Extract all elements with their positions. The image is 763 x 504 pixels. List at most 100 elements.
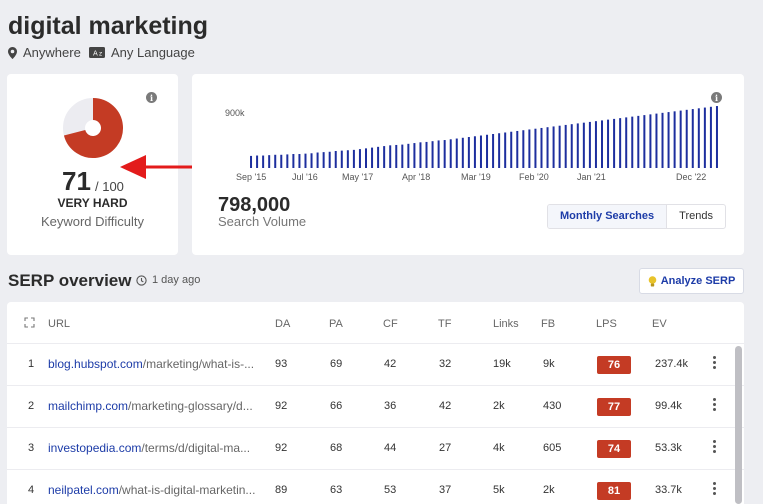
column-header-links[interactable]: Links	[493, 318, 519, 330]
chart-bar[interactable]	[322, 152, 325, 168]
chart-bar[interactable]	[564, 124, 567, 168]
chart-bar[interactable]	[256, 155, 259, 168]
row-menu-icon[interactable]	[711, 398, 717, 414]
chart-bar[interactable]	[461, 137, 464, 168]
chart-bar[interactable]	[613, 118, 616, 168]
chart-bar[interactable]	[601, 120, 603, 168]
language-filter[interactable]: Az Any Language	[89, 45, 195, 60]
chart-bar[interactable]	[643, 115, 646, 168]
column-header-fb[interactable]: FB	[541, 318, 555, 330]
column-header-da[interactable]: DA	[275, 318, 290, 330]
chart-bar[interactable]	[504, 132, 507, 168]
chart-bar[interactable]	[443, 140, 446, 168]
chart-bar[interactable]	[498, 133, 501, 168]
chart-bar[interactable]	[310, 153, 313, 168]
column-header-tf[interactable]: TF	[438, 318, 451, 330]
column-header-pa[interactable]: PA	[329, 318, 343, 330]
chart-bar[interactable]	[334, 151, 337, 168]
result-domain[interactable]: investopedia.com	[48, 441, 141, 455]
chart-bar[interactable]	[510, 131, 513, 168]
chart-bar[interactable]	[262, 155, 265, 168]
analyze-serp-button[interactable]: Analyze SERP	[639, 268, 744, 294]
chart-bar[interactable]	[280, 154, 283, 168]
chart-bar[interactable]	[709, 106, 712, 168]
column-header-cf[interactable]: CF	[383, 318, 398, 330]
row-menu-icon[interactable]	[711, 356, 717, 372]
table-row[interactable]: 2 mailchimp.com/marketing-glossary/d... …	[7, 385, 744, 427]
chart-bar[interactable]	[395, 144, 398, 168]
chart-bar[interactable]	[467, 137, 470, 168]
chart-bar[interactable]	[292, 154, 295, 168]
chart-bar[interactable]	[679, 110, 682, 168]
chart-bar[interactable]	[655, 113, 658, 168]
chart-bar[interactable]	[304, 153, 307, 168]
chart-bar[interactable]	[649, 114, 652, 168]
column-header-ev[interactable]: EV	[652, 318, 667, 330]
chart-bar[interactable]	[358, 149, 361, 168]
chart-bar[interactable]	[328, 151, 331, 168]
chart-bar[interactable]	[528, 129, 531, 168]
table-row[interactable]: 1 blog.hubspot.com/marketing/what-is-...…	[7, 343, 744, 385]
chart-bar[interactable]	[340, 150, 343, 168]
chart-bar[interactable]	[673, 111, 676, 168]
row-menu-icon[interactable]	[711, 482, 717, 498]
chart-bar[interactable]	[407, 143, 410, 168]
chart-bar[interactable]	[437, 140, 440, 168]
chart-bar[interactable]	[570, 124, 573, 168]
chart-bar[interactable]	[637, 115, 640, 168]
result-url[interactable]: blog.hubspot.com/marketing/what-is-...	[48, 357, 254, 371]
chart-bar[interactable]	[371, 147, 374, 168]
chart-bar[interactable]	[558, 125, 561, 168]
chart-bar[interactable]	[377, 146, 380, 168]
chart-bar[interactable]	[449, 139, 452, 168]
chart-bar[interactable]	[697, 108, 700, 168]
chart-bar[interactable]	[346, 150, 349, 168]
chart-bar[interactable]	[479, 135, 482, 168]
chart-bar[interactable]	[691, 109, 694, 168]
table-scrollbar[interactable]	[735, 346, 742, 504]
chart-bar[interactable]	[419, 142, 422, 168]
chart-bar[interactable]	[661, 112, 664, 168]
chart-bar[interactable]	[594, 121, 597, 168]
result-domain[interactable]: neilpatel.com	[48, 483, 119, 497]
location-filter[interactable]: Anywhere	[8, 45, 81, 60]
tab-trends[interactable]: Trends	[667, 205, 725, 228]
chart-bar[interactable]	[552, 126, 555, 168]
chart-bar[interactable]	[268, 155, 271, 168]
chart-bar[interactable]	[607, 119, 610, 168]
info-icon[interactable]: i	[146, 92, 157, 103]
chart-bar[interactable]	[576, 123, 579, 168]
chart-bar[interactable]	[534, 128, 537, 168]
chart-bar[interactable]	[352, 149, 355, 168]
chart-bar[interactable]	[667, 112, 670, 168]
chart-bar[interactable]	[546, 127, 549, 168]
chart-bar[interactable]	[685, 109, 688, 168]
chart-bar[interactable]	[619, 118, 622, 168]
chart-bar[interactable]	[715, 106, 718, 168]
row-menu-icon[interactable]	[711, 440, 717, 456]
chart-bar[interactable]	[582, 122, 585, 168]
chart-bar[interactable]	[383, 146, 386, 168]
chart-bar[interactable]	[286, 154, 289, 168]
result-domain[interactable]: mailchimp.com	[48, 399, 128, 413]
chart-bar[interactable]	[540, 127, 543, 168]
tab-monthly-searches[interactable]: Monthly Searches	[548, 205, 668, 228]
chart-bar[interactable]	[703, 107, 706, 168]
chart-bar[interactable]	[425, 141, 428, 168]
chart-bar[interactable]	[250, 155, 253, 168]
chart-bar[interactable]	[365, 148, 367, 168]
table-row[interactable]: 4 neilpatel.com/what-is-digital-marketin…	[7, 469, 744, 504]
chart-bar[interactable]	[631, 116, 634, 168]
chart-bar[interactable]	[516, 130, 519, 168]
expand-icon[interactable]	[24, 317, 35, 328]
table-row[interactable]: 3 investopedia.com/terms/d/digital-ma...…	[7, 427, 744, 469]
chart-bar[interactable]	[522, 130, 525, 168]
chart-bar[interactable]	[389, 145, 392, 168]
chart-bar[interactable]	[316, 152, 319, 168]
chart-bar[interactable]	[298, 154, 301, 168]
chart-bar[interactable]	[413, 143, 416, 168]
column-header-lps[interactable]: LPS	[596, 318, 617, 330]
result-domain[interactable]: blog.hubspot.com	[48, 357, 143, 371]
chart-bar[interactable]	[473, 136, 476, 168]
chart-bar[interactable]	[625, 117, 628, 168]
